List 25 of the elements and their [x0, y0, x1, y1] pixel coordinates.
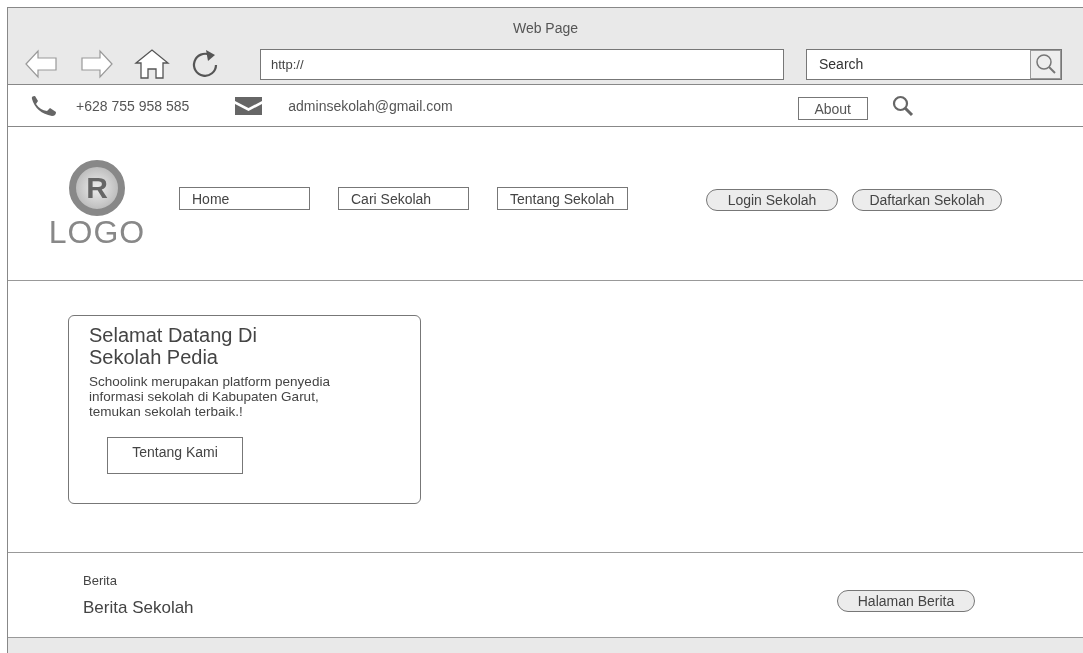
- about-us-button[interactable]: Tentang Kami: [107, 437, 243, 474]
- phone-number: +628 755 958 585: [76, 97, 190, 114]
- search-icon[interactable]: [1034, 53, 1057, 75]
- search-icon[interactable]: [891, 94, 914, 117]
- nav-link[interactable]: Tentang Sekolah: [497, 187, 628, 210]
- register-button[interactable]: Daftarkan Sekolah: [852, 188, 1002, 211]
- section-title: Berita Sekolah: [83, 597, 195, 618]
- nav-link[interactable]: Cari Sekolah: [338, 187, 469, 210]
- phone-icon: [30, 94, 58, 117]
- welcome-text: Schoolink merupakan platform penyedia informasi sekolah di Kabupaten Garut, temukan sekolah terbaik.!: [89, 374, 331, 419]
- browser-search-field[interactable]: Search: [806, 48, 1062, 80]
- section-label: Berita: [83, 572, 118, 588]
- email-address: adminsekolah@gmail.com: [288, 97, 453, 114]
- back-icon[interactable]: [24, 49, 58, 79]
- refresh-icon[interactable]: [190, 49, 220, 79]
- news-page-button[interactable]: Halaman Berita: [837, 590, 975, 612]
- home-icon[interactable]: [134, 48, 170, 80]
- nav-link[interactable]: Home: [179, 187, 310, 210]
- mail-icon: [235, 96, 263, 115]
- logo: R LOGO: [41, 159, 153, 248]
- welcome-title: Selamat Datang Di Sekolah Pedia: [89, 324, 258, 368]
- login-button[interactable]: Login Sekolah: [706, 188, 838, 211]
- window-title: Web Page: [511, 19, 580, 38]
- about-button[interactable]: About: [797, 97, 868, 120]
- address-field[interactable]: http://: [260, 48, 784, 80]
